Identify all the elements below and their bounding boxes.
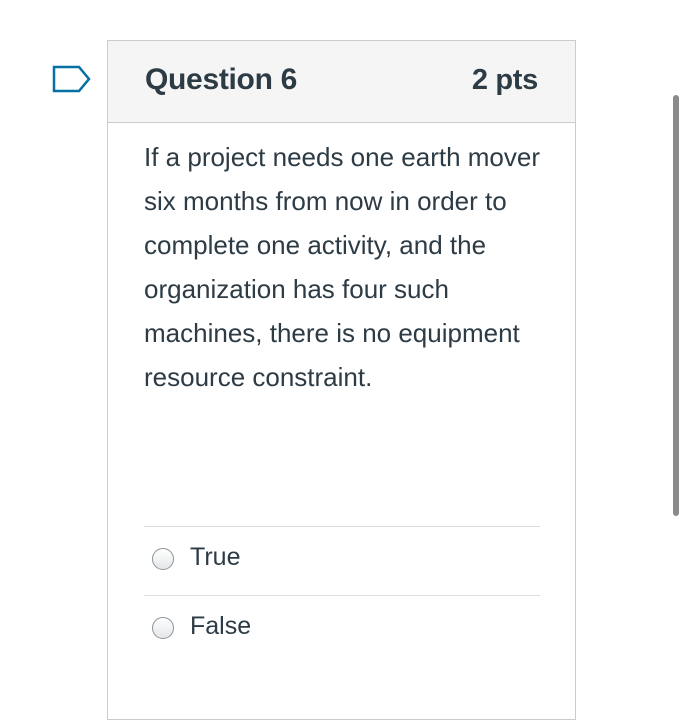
answer-list: True False	[144, 526, 540, 664]
question-points: 2 pts	[471, 64, 538, 96]
answer-option-true[interactable]: True	[144, 526, 540, 595]
answer-label-true[interactable]: True	[190, 543, 240, 572]
question-title: Question 6	[145, 63, 298, 96]
question-header: Question 6 2 pts	[108, 41, 575, 123]
scrollbar[interactable]	[673, 95, 679, 516]
question-text: If a project needs one earth mover six m…	[144, 142, 541, 392]
bookmark-flag-icon[interactable]	[52, 65, 92, 93]
radio-button-true[interactable]	[152, 548, 174, 570]
radio-button-false[interactable]	[152, 617, 174, 639]
answer-option-false[interactable]: False	[144, 595, 540, 664]
answer-label-false[interactable]: False	[190, 612, 251, 641]
